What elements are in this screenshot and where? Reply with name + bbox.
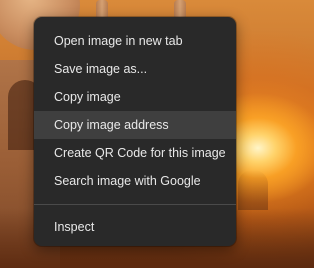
distant-building-shape (238, 170, 268, 210)
menu-item-create-qr-code[interactable]: Create QR Code for this image (34, 139, 236, 167)
menu-item-open-image-new-tab[interactable]: Open image in new tab (34, 27, 236, 55)
menu-item-search-image-google[interactable]: Search image with Google (34, 167, 236, 195)
menu-item-copy-image-address[interactable]: Copy image address (34, 111, 236, 139)
menu-item-inspect[interactable]: Inspect (34, 213, 236, 241)
menu-item-copy-image[interactable]: Copy image (34, 83, 236, 111)
menu-item-save-image-as[interactable]: Save image as... (34, 55, 236, 83)
menu-separator (34, 204, 236, 205)
context-menu: Open image in new tab Save image as... C… (34, 17, 236, 246)
